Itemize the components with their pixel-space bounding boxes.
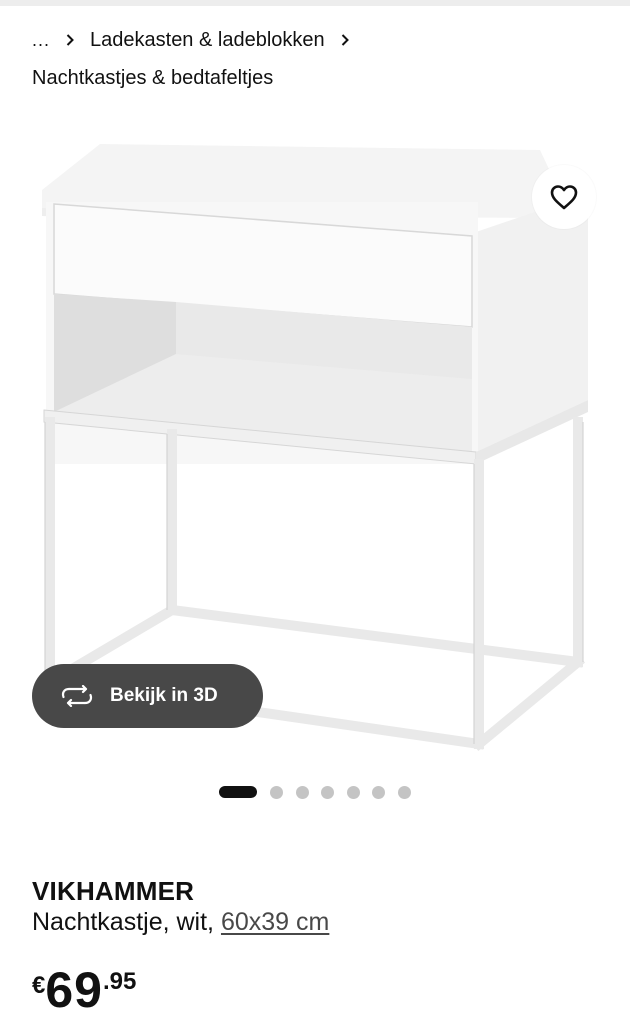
breadcrumb-ellipsis[interactable]: ... — [32, 24, 50, 56]
pagination-dot[interactable] — [295, 785, 309, 799]
pagination-dot[interactable] — [270, 785, 283, 799]
view-3d-button[interactable]: Bekijk in 3D — [32, 664, 263, 728]
favourite-button[interactable] — [532, 165, 596, 229]
pagination-dot[interactable] — [321, 785, 334, 799]
product-name: VIKHAMMER — [32, 876, 195, 906]
image-pagination — [219, 784, 423, 800]
pagination-dot[interactable] — [397, 785, 411, 799]
breadcrumb-link-ladekasten[interactable]: Ladekasten & ladeblokken — [90, 24, 325, 56]
pagination-dot[interactable] — [346, 785, 360, 799]
chevron-right-icon — [66, 34, 74, 46]
product-description: Nachtkastje, wit, 60x39 cm — [32, 908, 329, 937]
view-3d-label: Bekijk in 3D — [110, 685, 218, 706]
product-type: Nachtkastje, wit, — [32, 908, 215, 936]
breadcrumb: ... Ladekasten & ladeblokken Nachtkastje… — [32, 24, 610, 94]
heart-icon — [550, 185, 578, 210]
chevron-right-icon — [341, 34, 349, 46]
product-page: ... Ladekasten & ladeblokken Nachtkastje… — [0, 0, 630, 1024]
pagination-dot-active[interactable] — [219, 786, 257, 798]
price-decimal: .95 — [102, 968, 137, 995]
rotate-3d-icon — [60, 685, 94, 707]
price-currency: € — [32, 972, 46, 999]
top-divider — [0, 0, 630, 6]
price-integer: 69 — [45, 962, 103, 1018]
product-price: € 69 .95 — [32, 962, 136, 1018]
breadcrumb-link-nachtkastjes[interactable]: Nachtkastjes & bedtafeltjes — [32, 62, 273, 94]
product-size-link[interactable]: 60x39 cm — [221, 908, 329, 936]
pagination-dot[interactable] — [372, 785, 385, 799]
